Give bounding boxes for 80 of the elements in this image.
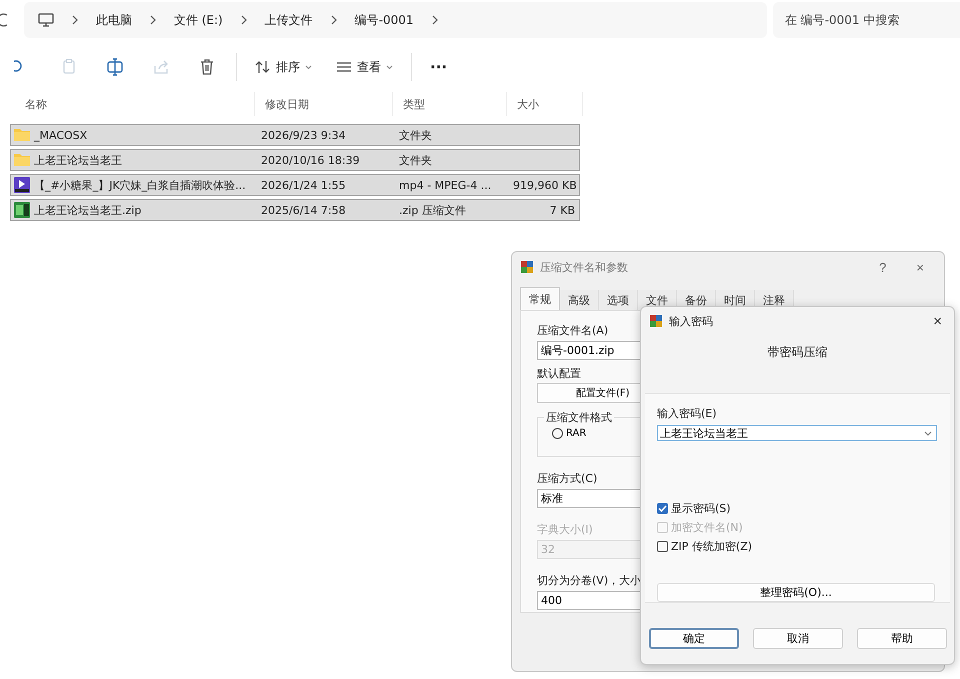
file-name: _MACOSX (34, 128, 88, 142)
dialog-title: 输入密码 (669, 314, 714, 328)
folder-icon (13, 126, 31, 144)
view-icon (336, 60, 352, 74)
file-row[interactable]: 上老王论坛当老王 2020/10/16 18:39 文件夹 (10, 149, 580, 171)
file-row[interactable]: 【_#小糖果_】JK穴妹_白浆自插潮吹体验... 2026/1/24 1:55 mp4 - MPEG-4 ... 919,960 KB (10, 174, 580, 196)
dialog-button[interactable]: 帮助 (857, 628, 947, 649)
file-type: .zip 压缩文件 (398, 202, 467, 218)
address-bar[interactable]: 此电脑 文件 (E:) 上传文件 编号-0001 (24, 2, 767, 38)
radio-button[interactable]: RAR (552, 428, 586, 439)
rename-icon[interactable] (106, 58, 124, 76)
check-icon (658, 505, 667, 512)
sort-button[interactable]: 排序 (243, 52, 324, 82)
chevron-icon (240, 15, 247, 25)
file-name: 【_#小糖果_】JK穴妹_白浆自插潮吹体验... (34, 178, 246, 192)
refresh-icon[interactable] (0, 13, 8, 27)
field-label: 压缩文件名(A) (537, 323, 608, 338)
search-field[interactable]: 在 编号-0001 中搜索 (772, 2, 960, 38)
dialog-heading: 带密码压缩 (766, 344, 828, 361)
file-date: 2026/9/23 9:34 (260, 128, 347, 142)
file-type: 文件夹 (398, 152, 433, 168)
file-date: 2020/10/16 18:39 (260, 154, 361, 166)
zip-file-icon (13, 201, 31, 219)
file-date: 2025/6/14 7:58 (260, 204, 347, 216)
checkbox[interactable] (657, 503, 668, 514)
password-field[interactable]: 上老王论坛当老王 (660, 426, 924, 440)
checkbox-label[interactable]: 显示密码(S) (671, 501, 731, 516)
field-label: 默认配置 (537, 366, 581, 381)
help-button[interactable]: ? (867, 260, 898, 274)
breadcrumb[interactable]: 此电脑 (96, 12, 132, 28)
file-size: 7 KB (548, 204, 576, 216)
close-button[interactable]: × (904, 260, 936, 274)
caret-icon (386, 64, 393, 70)
view-button[interactable]: 查看 (324, 52, 405, 82)
checkbox-label[interactable]: ZIP 传统加密(Z) (671, 539, 752, 554)
column-header[interactable]: 修改日期 (255, 92, 393, 116)
file-row[interactable]: _MACOSX 2026/9/23 9:34 文件夹 (10, 124, 580, 146)
sort-icon (255, 60, 271, 74)
dropdown-caret-icon[interactable] (924, 430, 932, 436)
breadcrumb[interactable]: 编号-0001 (354, 12, 414, 28)
file-date: 2026/1/24 1:55 (260, 178, 347, 192)
column-header[interactable]: 类型 (393, 92, 507, 116)
delete-icon[interactable] (198, 58, 216, 76)
field-label: 输入密码(E) (657, 406, 717, 421)
manage-passwords-button[interactable]: 整理密码(O)... (657, 583, 935, 602)
dialog-title: 压缩文件名和参数 (540, 260, 629, 274)
checkbox[interactable] (657, 541, 668, 552)
dialog-button[interactable]: 取消 (753, 628, 843, 649)
tab[interactable]: 选项 (599, 290, 638, 310)
breadcrumb[interactable]: 文件 (E:) (174, 12, 223, 28)
chevron-icon (150, 15, 156, 25)
radio-circle[interactable] (552, 428, 563, 439)
close-button[interactable]: × (929, 312, 946, 330)
archive-logo-icon (649, 314, 663, 328)
archive-logo-icon (520, 260, 534, 274)
chevron-icon (432, 15, 438, 25)
file-type: 文件夹 (398, 128, 433, 142)
computer-icon (38, 13, 54, 27)
file-size: 919,960 KB (512, 178, 578, 192)
column-header[interactable]: 大小 (507, 92, 583, 116)
breadcrumb[interactable]: 上传文件 (264, 12, 313, 28)
chevron-icon (330, 15, 337, 25)
password-combo-box[interactable]: 上老王论坛当老王 (657, 425, 937, 441)
file-type: mp4 - MPEG-4 ... (398, 178, 492, 192)
folder-icon (13, 151, 31, 169)
column-header[interactable]: 名称 (0, 92, 255, 116)
field-label: 切分为分卷(V)，大小 (537, 573, 642, 588)
group-label: 压缩文件格式 (544, 410, 614, 425)
field-label: 压缩方式(C) (537, 471, 598, 486)
video-file-icon (13, 176, 31, 194)
caret-icon (305, 64, 312, 70)
file-row[interactable]: 上老王论坛当老王.zip 2025/6/14 7:58 .zip 压缩文件 7 KB (10, 199, 580, 221)
tab[interactable]: 常规 (520, 287, 560, 310)
dialog-button[interactable]: 确定 (649, 628, 739, 649)
file-name: 上老王论坛当老王 (34, 152, 122, 168)
field-label: 字典大小(I) (537, 522, 593, 537)
file-name: 上老王论坛当老王.zip (34, 202, 142, 218)
tab[interactable]: 高级 (560, 290, 599, 310)
more-button[interactable]: ··· (418, 52, 460, 82)
chevron-icon (72, 15, 78, 25)
